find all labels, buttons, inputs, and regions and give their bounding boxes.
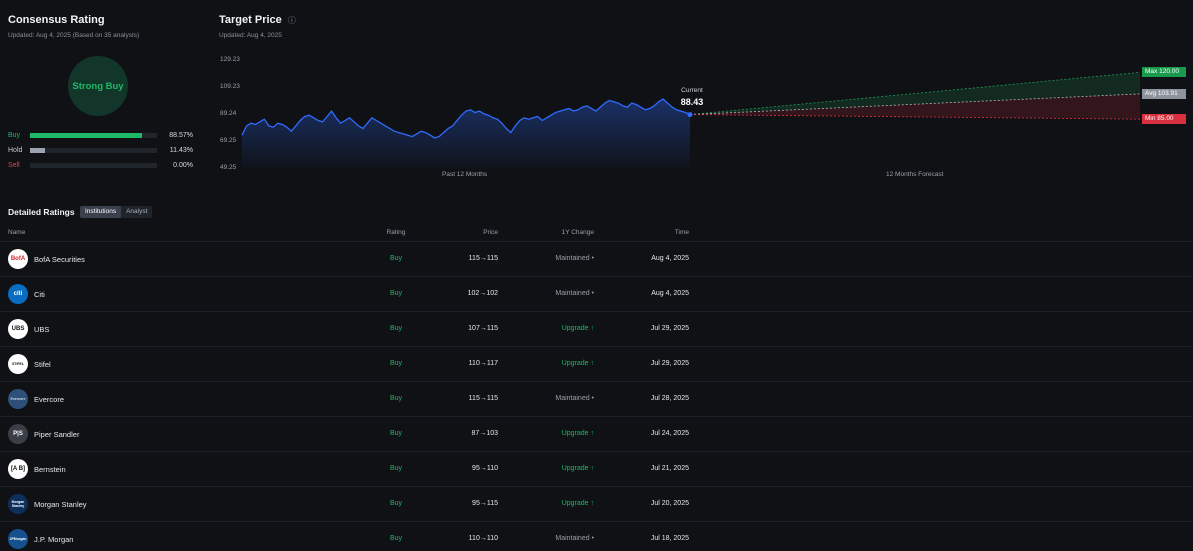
institution-logo: Morgan Stanley bbox=[8, 494, 28, 514]
rating-value: Buy bbox=[389, 395, 403, 402]
time-value: Jul 29, 2025 bbox=[650, 360, 689, 367]
institution-name[interactable]: J.P. Morgan bbox=[34, 535, 73, 544]
change-value: Maintained • bbox=[555, 535, 594, 542]
change-value: Upgrade ↑ bbox=[561, 430, 594, 437]
header-price: Price bbox=[483, 229, 498, 236]
header-name: Name bbox=[8, 229, 26, 236]
forecast-caption: 12 Months Forecast bbox=[886, 171, 944, 178]
institution-name[interactable]: Piper Sandler bbox=[34, 430, 79, 439]
ratings-tabs: Institutions Analyst bbox=[80, 206, 153, 218]
tab-institutions[interactable]: Institutions bbox=[80, 206, 122, 218]
price-value: 95→110 bbox=[472, 465, 498, 472]
change-value: Upgrade ↑ bbox=[561, 500, 594, 507]
change-value: Upgrade ↑ bbox=[561, 325, 594, 332]
table-row[interactable]: BofA BofA Securities Buy 115→115 Maintained … bbox=[0, 241, 1193, 276]
table-row[interactable]: P|S Piper Sandler Buy 87→103 Upgrade ↑ Jul 24… bbox=[0, 416, 1193, 451]
price-value: 107→115 bbox=[468, 325, 498, 332]
header-change: 1Y Change bbox=[561, 229, 594, 236]
institution-logo: [A B] bbox=[8, 459, 28, 479]
price-value: 115→115 bbox=[468, 255, 498, 262]
institution-name[interactable]: Bernstein bbox=[34, 465, 66, 474]
price-value: 102→102 bbox=[467, 290, 498, 297]
price-value: 110→110 bbox=[468, 535, 498, 542]
institution-logo: UBS bbox=[8, 319, 28, 339]
header-rating: Rating bbox=[386, 229, 406, 236]
change-value: Upgrade ↑ bbox=[561, 465, 594, 472]
change-value: Upgrade ↑ bbox=[561, 360, 594, 367]
rating-value: Buy bbox=[389, 360, 403, 367]
institution-logo: Evercore bbox=[8, 389, 28, 409]
current-label: Current bbox=[681, 87, 703, 94]
institution-name[interactable]: BofA Securities bbox=[34, 255, 85, 264]
target-price-chart bbox=[241, 71, 1141, 167]
table-row[interactable]: JPMorgan J.P. Morgan Buy 110→110 Maintained … bbox=[0, 521, 1193, 551]
table-row[interactable]: UBS UBS Buy 107→115 Upgrade ↑ Jul 29, 2025 bbox=[0, 311, 1193, 346]
table-row[interactable]: citi Citi Buy 102→102 Maintained • Aug 4, 202… bbox=[0, 276, 1193, 311]
avg-target-tag: Avg 103.91 bbox=[1142, 89, 1186, 99]
rating-value: Buy bbox=[389, 500, 403, 507]
institution-logo: JPMorgan bbox=[8, 529, 28, 549]
institution-logo: P|S bbox=[8, 424, 28, 444]
past-caption: Past 12 Months bbox=[442, 171, 488, 178]
time-value: Jul 18, 2025 bbox=[650, 535, 689, 542]
institution-name[interactable]: UBS bbox=[34, 325, 49, 334]
time-value: Jul 28, 2025 bbox=[650, 395, 689, 402]
rating-value: Buy bbox=[389, 255, 403, 262]
time-value: Aug 4, 2025 bbox=[651, 290, 689, 297]
table-row[interactable]: [A B] Bernstein Buy 95→110 Upgrade ↑ Jul 21, … bbox=[0, 451, 1193, 486]
institution-logo: BofA bbox=[8, 249, 28, 269]
rating-value: Buy bbox=[389, 465, 403, 472]
institution-name[interactable]: Evercore bbox=[34, 395, 64, 404]
rating-value: Buy bbox=[389, 430, 403, 437]
institution-name[interactable]: Morgan Stanley bbox=[34, 500, 87, 509]
rating-value: Buy bbox=[389, 325, 403, 332]
table-row[interactable]: Morgan Stanley Morgan Stanley Buy 95→115 Upg… bbox=[0, 486, 1193, 521]
time-value: Jul 29, 2025 bbox=[650, 325, 689, 332]
institution-name[interactable]: Citi bbox=[34, 290, 45, 299]
tab-analyst[interactable]: Analyst bbox=[121, 206, 152, 218]
change-value: Maintained • bbox=[555, 395, 594, 402]
price-value: 95→115 bbox=[472, 500, 498, 507]
price-value: 87→103 bbox=[471, 430, 498, 437]
time-value: Jul 24, 2025 bbox=[650, 430, 689, 437]
current-point bbox=[687, 112, 693, 118]
institution-logo: STIFEL bbox=[8, 354, 28, 374]
table-row[interactable]: STIFEL Stifel Buy 110→117 Upgrade ↑ Jul 29, 2… bbox=[0, 346, 1193, 381]
current-value: 88.43 bbox=[680, 97, 704, 107]
rating-value: Buy bbox=[389, 535, 403, 542]
change-value: Maintained • bbox=[555, 290, 594, 297]
min-target-tag: Min 85.00 bbox=[1142, 114, 1186, 124]
price-value: 115→115 bbox=[468, 395, 498, 402]
rating-value: Buy bbox=[389, 290, 403, 297]
history-area bbox=[242, 99, 690, 167]
institution-name[interactable]: Stifel bbox=[34, 360, 51, 369]
time-value: Jul 21, 2025 bbox=[650, 465, 689, 472]
time-value: Aug 4, 2025 bbox=[651, 255, 689, 262]
institution-logo: citi bbox=[8, 284, 28, 304]
price-value: 110→117 bbox=[468, 360, 498, 367]
table-row[interactable]: Evercore Evercore Buy 115→115 Maintained • Ju… bbox=[0, 381, 1193, 416]
header-time: Time bbox=[674, 229, 689, 236]
detailed-title: Detailed Ratings bbox=[8, 207, 75, 217]
change-value: Maintained • bbox=[555, 255, 594, 262]
time-value: Jul 20, 2025 bbox=[650, 500, 689, 507]
max-target-tag: Max 120.00 bbox=[1142, 67, 1186, 77]
